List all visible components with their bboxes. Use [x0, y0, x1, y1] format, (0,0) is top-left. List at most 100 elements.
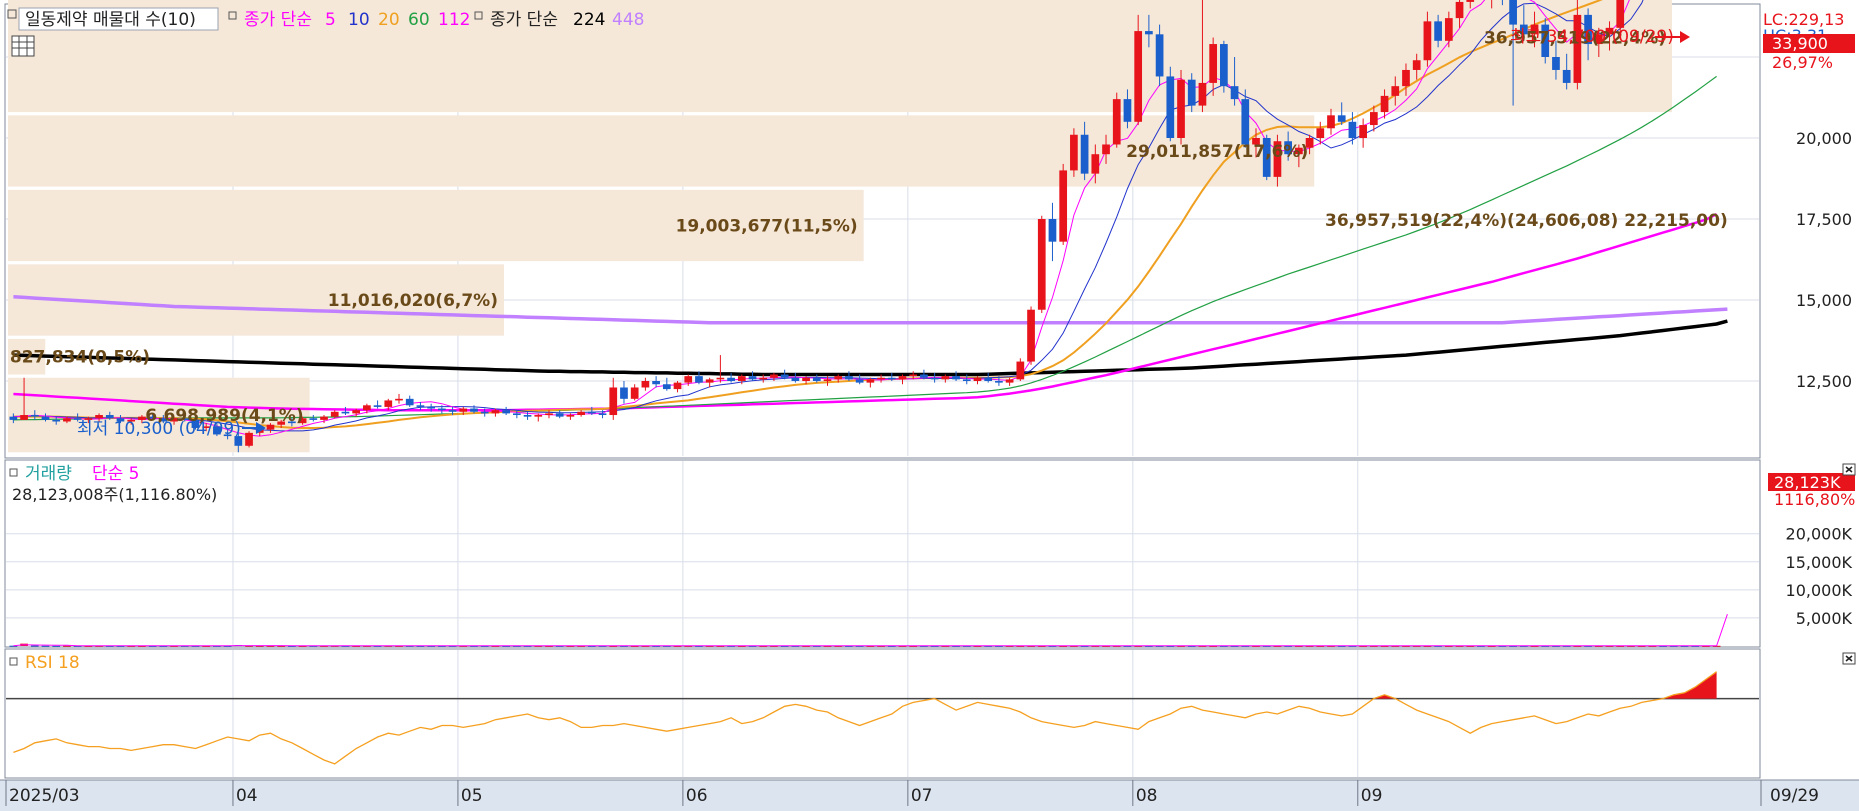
candle-body: [20, 415, 28, 420]
volume-bar: [41, 645, 50, 647]
candle-body: [1187, 79, 1196, 106]
candle-body: [384, 400, 393, 407]
candle-body: [491, 410, 500, 414]
volume-profile-label: 19,003,677(11,5%): [676, 216, 858, 236]
candle-body: [1123, 99, 1132, 122]
date-tick-label: 06: [686, 786, 708, 806]
candle-body: [1102, 144, 1110, 155]
candle-body: [1209, 44, 1218, 83]
candle-body: [41, 416, 50, 420]
date-tick-label: 04: [236, 786, 258, 806]
candle-body: [705, 379, 714, 383]
candle-body: [866, 379, 875, 383]
candle-body: [1070, 134, 1078, 171]
candle-body: [1434, 21, 1442, 41]
candle-body: [877, 377, 885, 380]
candle-body: [1091, 154, 1100, 174]
candle-body: [1059, 170, 1068, 242]
candle-body: [1380, 95, 1389, 113]
candle-body: [534, 415, 543, 417]
candle-body: [759, 377, 768, 380]
candle-body: [1359, 125, 1367, 138]
candle-body: [834, 376, 843, 380]
volume-tick-label: 10,000K: [1786, 581, 1853, 600]
candle-body: [984, 377, 993, 381]
candle-body: [523, 415, 532, 417]
candle-body: [662, 384, 671, 390]
long-ma-group-label: 종가 단순: [490, 10, 558, 30]
price-legend: 일동제약 매물대 수(10) 종가 단순 5 10 20 60 112 종가 단…: [7, 7, 644, 31]
candle-body: [470, 408, 478, 412]
candle-body: [63, 418, 71, 422]
volume-bar: [30, 645, 39, 647]
volume-readout: 28,123,008주(1,116.80%): [12, 485, 217, 504]
candle-body: [973, 377, 982, 381]
candle-body: [1134, 31, 1143, 122]
ma-period-5: 5: [325, 10, 336, 30]
candle-body: [1412, 60, 1421, 70]
candle-body: [512, 413, 521, 416]
candle-body: [373, 405, 382, 407]
price-tick-label: 12,500: [1796, 372, 1852, 391]
volume-percent: 1116,80%: [1774, 490, 1855, 509]
price-tick-label: 15,000: [1796, 291, 1852, 310]
date-tick-label: 07: [911, 786, 933, 806]
candle-body: [480, 411, 489, 414]
candle-body: [641, 381, 650, 388]
candle-body: [1316, 128, 1325, 138]
candle-body: [716, 377, 725, 380]
candle-body: [502, 410, 510, 414]
candle-body: [770, 374, 778, 378]
candle-body: [673, 382, 682, 390]
ma-period-60: 60: [408, 10, 430, 30]
volume-profile-overlay-label: 36,957,519(22,4%)(24,606,08) 22,215,00): [1325, 211, 1728, 231]
candle-body: [555, 413, 564, 417]
volume-bar: [52, 645, 61, 647]
close-volume-panel-icon[interactable]: [1842, 463, 1856, 476]
date-tick-label: 2025/03: [9, 786, 80, 806]
candle-body: [95, 415, 103, 419]
candle-body: [105, 415, 114, 419]
candle-body: [620, 387, 628, 399]
candle-body: [727, 377, 735, 381]
candle-body: [652, 381, 660, 385]
candle-body: [598, 413, 607, 416]
candle-body: [320, 416, 328, 420]
candle-body: [30, 415, 39, 417]
candle-body: [545, 413, 553, 416]
candle-body: [577, 411, 585, 416]
date-tick-label: 08: [1136, 786, 1158, 806]
candle-body: [1337, 115, 1346, 122]
volume-tick-label: 20,000K: [1786, 525, 1853, 544]
candle-body: [695, 376, 703, 383]
candle-body: [1005, 379, 1014, 383]
candle-body: [9, 416, 18, 420]
candle-body: [1027, 309, 1035, 362]
candle-body: [1616, 0, 1625, 28]
volume-tick-label: 15,000K: [1786, 553, 1853, 572]
candle-body: [395, 398, 403, 401]
volume-profile-label: 11,016,020(6,7%): [328, 291, 498, 311]
candle-body: [1230, 86, 1239, 100]
candle-body: [802, 377, 810, 381]
candle-body: [1155, 34, 1164, 77]
candle-body: [1037, 219, 1046, 310]
close-rsi-panel-icon[interactable]: [1842, 652, 1856, 665]
rsi-title: RSI 18: [25, 653, 80, 673]
candle-body: [1145, 31, 1153, 35]
candle-body: [1327, 115, 1335, 129]
candle-body: [245, 432, 253, 446]
table-view-icon[interactable]: [11, 35, 35, 57]
candle-body: [812, 377, 821, 381]
candle-body: [1348, 121, 1357, 138]
candle-body: [845, 376, 853, 380]
volume-title: 거래량: [25, 464, 72, 484]
candle-body: [780, 374, 789, 378]
candle-body: [427, 406, 436, 409]
date-tick-label: 05: [461, 786, 483, 806]
candle-body: [1048, 219, 1057, 242]
candle-body: [1391, 86, 1400, 96]
candle-body: [962, 379, 971, 381]
candle-body: [898, 376, 907, 380]
candle-body: [941, 376, 950, 380]
